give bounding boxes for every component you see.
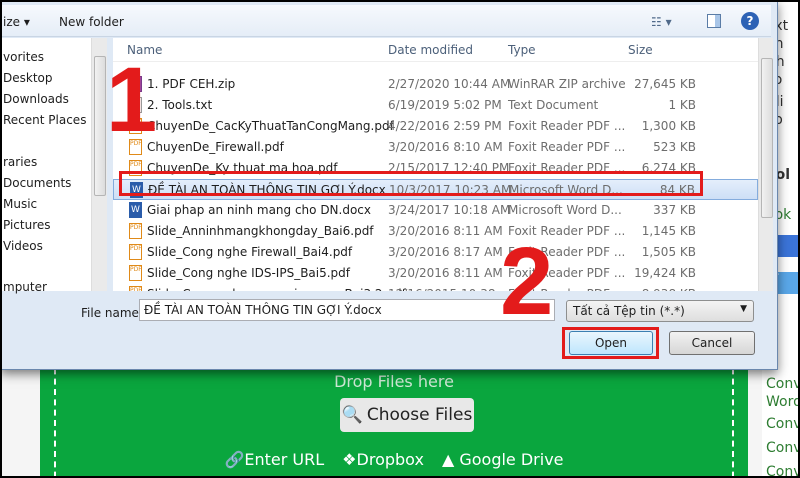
- file-row[interactable]: PDF ChuyenDe_CacKyThuatTanCongMang.pdf 4/2…: [113, 116, 758, 137]
- file-size: 1,145 KB: [641, 224, 696, 238]
- file-name-label: File name:: [81, 306, 143, 320]
- column-size[interactable]: Size: [628, 43, 653, 57]
- choose-files-button[interactable]: 🔍 Choose Files: [340, 398, 474, 432]
- file-date: 6/19/2019 5:02 PM: [388, 98, 502, 112]
- file-size: 1,505 KB: [641, 245, 696, 259]
- file-name: Giai phap an ninh mang cho DN.docx: [147, 203, 372, 217]
- link-icon: 🔗: [224, 450, 245, 469]
- preview-pane-icon[interactable]: [707, 14, 721, 28]
- file-size: 523 KB: [653, 140, 696, 154]
- file-name: 1. PDF CEH.zip: [147, 77, 236, 91]
- file-row[interactable]: 1. PDF CEH.zip 2/27/2020 10:44 AM WinRAR Z…: [113, 74, 758, 95]
- column-date-modified[interactable]: Date modified: [388, 43, 473, 57]
- file-name: Slide_Cong nghe Firewall_Bai4.pdf: [147, 245, 353, 259]
- file-size: 1,300 KB: [641, 119, 696, 133]
- file-size: 337 KB: [653, 203, 696, 217]
- nav-libraries[interactable]: raries: [3, 155, 37, 169]
- file-size: 27,645 KB: [634, 77, 696, 91]
- nav-documents[interactable]: Documents: [3, 176, 71, 190]
- help-icon[interactable]: ?: [741, 12, 759, 30]
- sidebar-link[interactable]: Word: [766, 394, 798, 410]
- file-type: Foxit Reader PDF ...: [508, 119, 626, 133]
- nav-music[interactable]: Music: [3, 197, 37, 211]
- dropbox-link[interactable]: ❖Dropbox: [342, 450, 424, 469]
- word-file-icon: W: [129, 202, 142, 218]
- file-row[interactable]: PDF Slide_Cong nghe Firewall_Bai4.pdf 3/20…: [113, 242, 758, 263]
- google-drive-link[interactable]: ▲ Google Drive: [442, 450, 564, 469]
- dropbox-icon: ❖: [342, 450, 357, 469]
- file-date: 3/20/2016 8:17 AM: [388, 245, 503, 259]
- column-headers: Name Date modified Type Size: [113, 38, 758, 62]
- file-type: Microsoft Word D...: [508, 203, 622, 217]
- nav-scrollbar[interactable]: [91, 38, 107, 291]
- new-folder-button[interactable]: New folder: [59, 15, 124, 29]
- file-type: Foxit Reader PDF ...: [508, 140, 626, 154]
- file-date: 3/20/2016 8:11 AM: [388, 224, 503, 238]
- file-date: 4/22/2016 2:59 PM: [388, 119, 502, 133]
- highlight-open-button: [562, 327, 659, 359]
- file-row[interactable]: PDF Slide_Anninhmangkhongday_Bai6.pdf 3/20…: [113, 221, 758, 242]
- nav-downloads[interactable]: Downloads: [3, 92, 69, 106]
- file-name-input[interactable]: ĐỀ TÀI AN TOÀN THÔNG TIN GỢI Ý.docx: [139, 299, 555, 321]
- file-size: 1 KB: [668, 98, 696, 112]
- organize-button[interactable]: ize ▾: [3, 15, 30, 29]
- sidebar-link[interactable]: Conv: [766, 464, 798, 476]
- file-row[interactable]: W Giai phap an ninh mang cho DN.docx 3/24/…: [113, 200, 758, 221]
- chevron-down-icon: ▼: [740, 304, 747, 314]
- nav-favorites[interactable]: vorites: [3, 50, 44, 64]
- file-size: 19,424 KB: [634, 266, 696, 280]
- navigation-pane: vorites Desktop Downloads Recent Places …: [2, 38, 107, 294]
- file-row[interactable]: PDF ChuyenDe_Firewall.pdf 3/20/2016 8:10 A…: [113, 137, 758, 158]
- file-name: ChuyenDe_Firewall.pdf: [147, 140, 284, 154]
- column-type[interactable]: Type: [508, 43, 536, 57]
- nav-recent-places[interactable]: Recent Places: [3, 113, 86, 127]
- file-date: 2/27/2020 10:44 AM: [388, 77, 511, 91]
- nav-pictures[interactable]: Pictures: [3, 218, 51, 232]
- google-drive-icon: ▲: [441, 450, 455, 469]
- file-date: 3/24/2017 10:18 AM: [388, 203, 511, 217]
- sidebar-link[interactable]: Conv: [766, 440, 798, 456]
- nav-desktop[interactable]: Desktop: [3, 71, 53, 85]
- file-type: Text Document: [508, 98, 599, 112]
- file-row[interactable]: 2. Tools.txt 6/19/2019 5:02 PM Text Docume…: [113, 95, 758, 116]
- file-list-scrollbar[interactable]: [758, 38, 773, 291]
- highlight-selected-file: [119, 171, 703, 196]
- file-name: Slide_Cong nghe IDS-IPS_Bai5.pdf: [147, 266, 351, 280]
- file-name: Slide_Anninhmangkhongday_Bai6.pdf: [147, 224, 374, 238]
- step-2-marker: 2: [500, 228, 554, 335]
- choose-files-label: Choose Files: [366, 405, 473, 425]
- file-type-select[interactable]: Tất cả Tệp tin (*.*) ▼: [566, 300, 754, 322]
- pdf-file-icon: PDF: [129, 265, 142, 281]
- file-row[interactable]: PDF Slide_Cong nghe IDS-IPS_Bai5.pdf 3/20/…: [113, 263, 758, 284]
- file-type: WinRAR ZIP archive: [508, 77, 626, 91]
- drop-files-text: Drop Files here: [334, 372, 454, 391]
- enter-url-link[interactable]: 🔗Enter URL: [224, 450, 324, 469]
- file-row[interactable]: PDFSlide_Cong nghe mang rieng ao_Bai3.2.…: [113, 284, 758, 291]
- toolbar: ize ▾ New folder ☷ ▾ ?: [2, 5, 771, 37]
- search-icon: 🔍: [341, 405, 363, 425]
- pdf-file-icon: PDF: [129, 244, 142, 260]
- file-date: 3/20/2016 8:11 AM: [388, 266, 503, 280]
- file-date: 3/20/2016 8:10 AM: [388, 140, 503, 154]
- file-name: ChuyenDe_CacKyThuatTanCongMang.pdf: [147, 119, 394, 133]
- step-1-marker: 1: [106, 49, 158, 151]
- nav-videos[interactable]: Videos: [3, 239, 43, 253]
- sidebar-link[interactable]: Conv: [766, 376, 798, 392]
- file-list: Name Date modified Type Size 1. PDF CEH.…: [113, 38, 773, 291]
- sidebar-link[interactable]: Conv: [766, 416, 798, 432]
- drop-zone[interactable]: Drop Files here 🔍 Choose Files 🔗Enter URL…: [40, 358, 748, 476]
- pdf-file-icon: PDF: [129, 223, 142, 239]
- cancel-button[interactable]: Cancel: [669, 331, 755, 355]
- view-menu-icon[interactable]: ☷ ▾: [651, 15, 672, 29]
